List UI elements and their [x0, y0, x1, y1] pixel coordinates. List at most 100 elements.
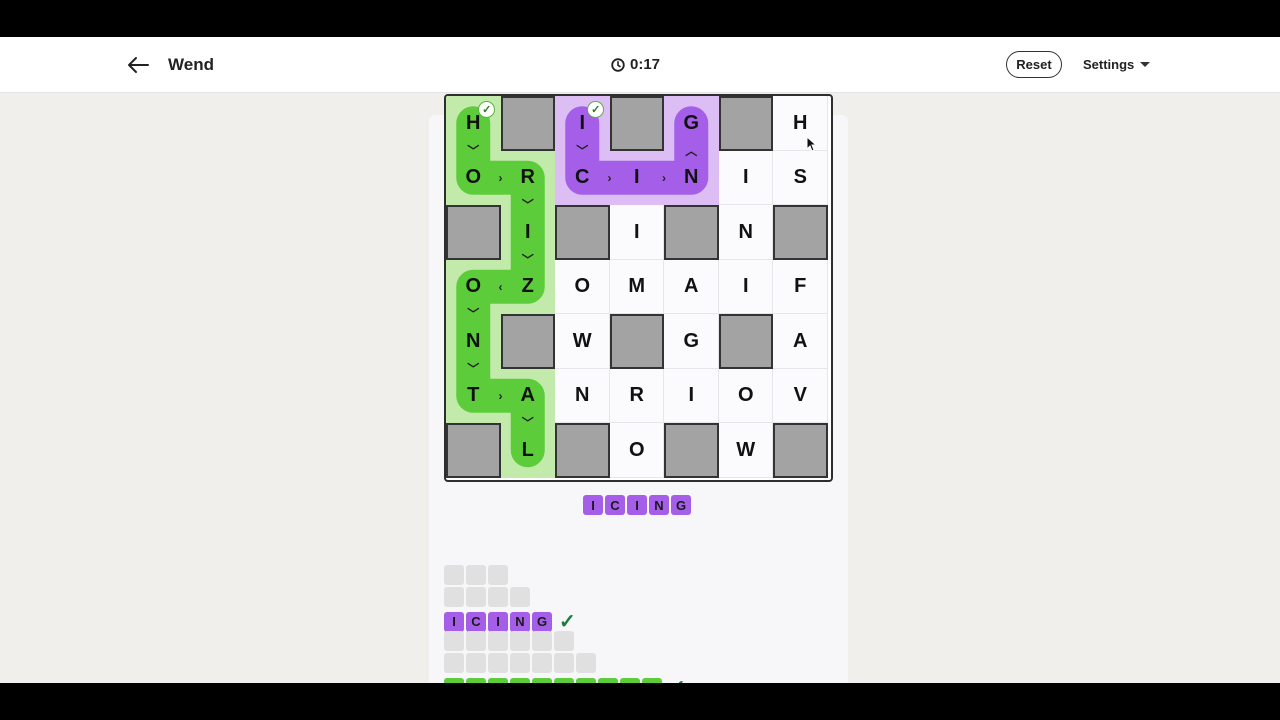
blocked-cell: [446, 205, 501, 260]
blocked-cell: [773, 205, 828, 260]
word-slot-tile: [444, 653, 464, 673]
current-word-tile: G: [671, 495, 691, 515]
word-slot-tile: [510, 653, 530, 673]
cell-letter: W: [572, 329, 592, 352]
path-arrow-icon: ﹀: [467, 143, 480, 158]
current-word-tile: I: [627, 495, 647, 515]
timer-value: 0:17: [630, 56, 661, 73]
word-slot-tile: [488, 565, 508, 585]
cell-letter: I: [742, 275, 749, 298]
game-board: H I G H O R C I N I S I I N O Z O M A I F N W G A T A N R I O V L O W ﹀ › ﹀ ﹀ ‹…: [444, 94, 833, 482]
settings-dropdown[interactable]: Settings: [1083, 57, 1151, 72]
mouse-cursor-icon: [806, 136, 818, 152]
cell-letter: T: [467, 384, 480, 407]
blocked-cell: [718, 96, 773, 151]
page-title: Wend: [168, 55, 214, 74]
path-arrow-icon: ›: [498, 388, 503, 403]
current-word-tile: I: [583, 495, 603, 515]
blocked-cell: [500, 96, 555, 151]
path-arrow-icon: ‹: [498, 279, 503, 294]
word-slot-tile: [444, 565, 464, 585]
cell-letter: O: [574, 275, 591, 298]
timer: 0:17: [611, 56, 660, 73]
clock-icon: [611, 57, 625, 72]
path-arrow-icon: ︿: [685, 143, 698, 158]
word-slot-tile: [466, 631, 486, 651]
blocked-cell: [664, 205, 719, 260]
word-slot-tile: [532, 631, 552, 651]
cell-letter: N: [466, 329, 481, 352]
cell-letter: C: [575, 166, 590, 189]
cell-letter: L: [521, 438, 534, 461]
path-arrow-icon: ›: [498, 170, 503, 185]
cell-letter: R: [629, 384, 644, 407]
word-slot-tile: [488, 587, 508, 607]
current-word-tile: C: [605, 495, 625, 515]
word-slot-tile: [466, 565, 486, 585]
word-slot-tile: [576, 653, 596, 673]
blocked-cell: [609, 314, 664, 369]
blocked-cell: [664, 423, 719, 478]
word-slot-row: [444, 631, 574, 651]
word-slot-tile: [488, 653, 508, 673]
cell-letter: W: [736, 438, 756, 461]
letterbox-top: [0, 0, 1280, 37]
word-slot-tile: [532, 653, 552, 673]
word-slot-tile: [554, 631, 574, 651]
blocked-cell: [555, 205, 610, 260]
path-arrow-icon: ›: [662, 170, 666, 185]
path-arrow-icon: ﹀: [521, 416, 534, 430]
word-slot-tile: [444, 587, 464, 607]
word-slot-tile: [466, 587, 486, 607]
current-word-tile: N: [649, 495, 669, 515]
reset-button[interactable]: Reset: [1006, 51, 1062, 78]
caret-down-icon: [1140, 62, 1151, 67]
cell-letter: H: [793, 111, 808, 134]
cell-letter: Z: [521, 275, 534, 298]
word-slot-tile: [488, 631, 508, 651]
path-arrow-icon: ﹀: [521, 252, 534, 267]
path-arrow-icon: ﹀: [467, 361, 480, 376]
current-word: ICING: [583, 495, 691, 515]
word-slot-tile: [444, 631, 464, 651]
cell-letter: R: [520, 166, 535, 189]
cell-letter: O: [465, 275, 482, 298]
blocked-cell: [500, 314, 555, 369]
blocked-cell: [555, 423, 610, 478]
cell-letter: N: [575, 384, 590, 407]
path-arrow-icon: ﹀: [576, 143, 589, 158]
arrow-left-icon: [128, 57, 149, 73]
cell-letter: I: [524, 220, 531, 243]
cell-letter: N: [738, 220, 753, 243]
cell-letter: G: [683, 329, 700, 352]
letterbox-bottom: [0, 683, 1280, 720]
settings-label: Settings: [1083, 57, 1135, 72]
word-slot-tile: [554, 653, 574, 673]
cell-letter: I: [633, 166, 640, 189]
cell-letter: G: [683, 111, 700, 134]
cell-letter: F: [794, 275, 807, 298]
path-arrow-icon: ›: [607, 170, 612, 185]
word-slot-tile: C: [466, 611, 486, 632]
word-slot-tile: [466, 653, 486, 673]
cell-letter: V: [793, 384, 807, 407]
word-slot-row: [444, 565, 508, 585]
back-button[interactable]: [124, 53, 152, 77]
cell-letter: M: [628, 275, 646, 298]
word-slot-row: [444, 587, 530, 607]
blocked-cell: [718, 314, 773, 369]
blocked-cell: [773, 423, 828, 478]
cell-letter: N: [684, 166, 699, 189]
cell-letter: A: [793, 329, 808, 352]
path-arrow-icon: ﹀: [521, 198, 534, 212]
header: Wend 0:17 Reset Settings: [0, 37, 1280, 93]
word-slot-tile: [510, 587, 530, 607]
word-slot-tile: I: [444, 611, 464, 632]
word-slot-tile: N: [510, 611, 530, 632]
cell-letter: I: [688, 384, 695, 407]
blocked-cell: [446, 423, 501, 478]
word-slot-tile: [510, 631, 530, 651]
cell-letter: S: [793, 166, 807, 189]
word-slot-tile: G: [532, 611, 552, 632]
cell-letter: I: [742, 166, 749, 189]
